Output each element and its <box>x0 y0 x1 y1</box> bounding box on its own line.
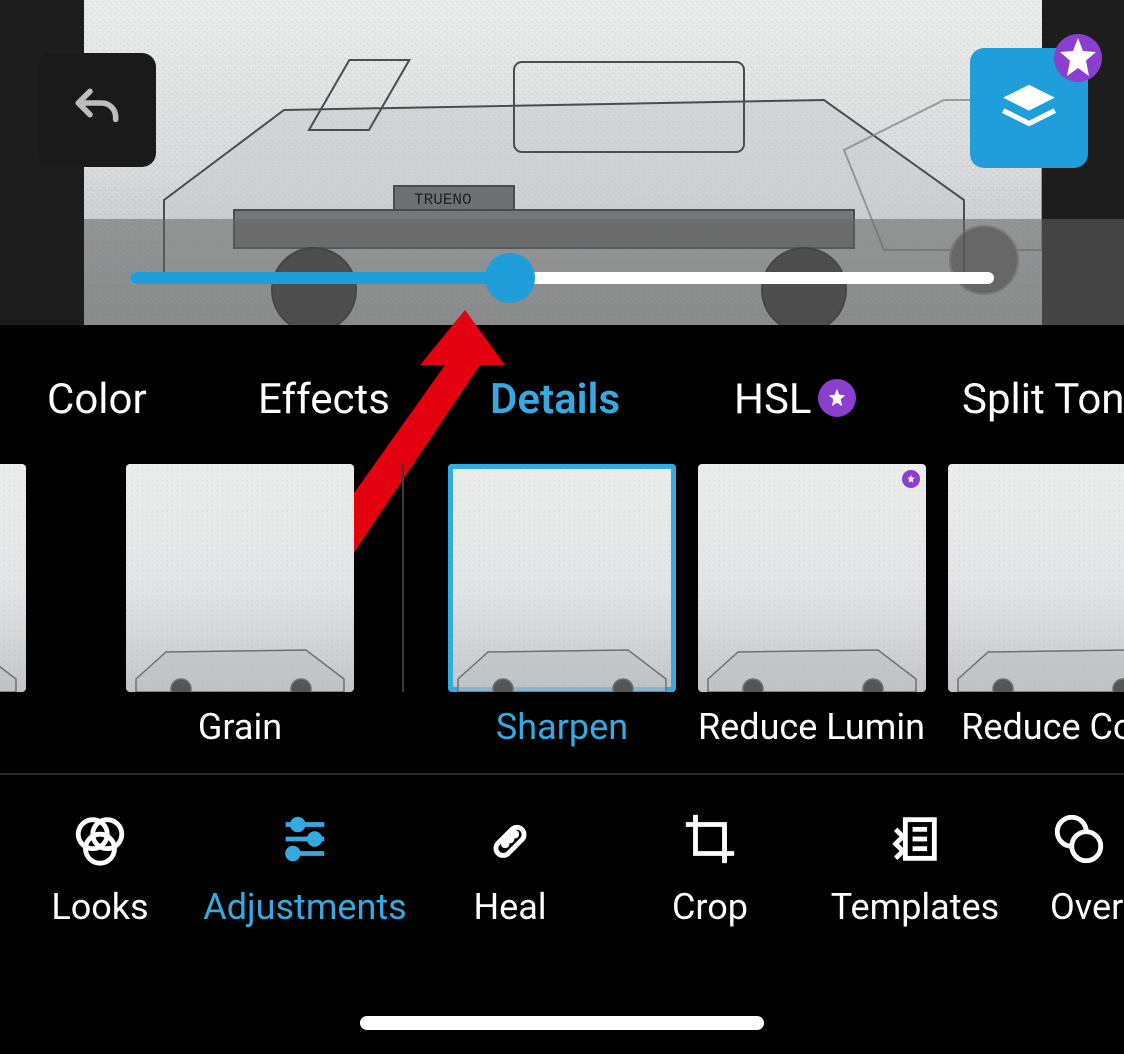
option-label: Reduce Colo <box>948 706 1124 748</box>
tab-details[interactable]: Details <box>490 375 620 424</box>
tool-label: Crop <box>672 886 748 928</box>
tab-label: Details <box>490 375 620 424</box>
option-label: Reduce Lumina <box>698 706 926 748</box>
undo-button[interactable] <box>38 53 156 167</box>
adjustments-icon <box>276 810 334 868</box>
option-grain[interactable]: Grain <box>126 464 354 748</box>
tool-label: Heal <box>473 886 546 928</box>
tool-crop[interactable]: Crop <box>610 775 810 963</box>
tab-label: HSL <box>734 375 812 424</box>
tool-templates[interactable]: Templates <box>810 775 1020 963</box>
tab-label: Effects <box>258 375 390 424</box>
options-divider <box>402 464 404 692</box>
overlays-icon <box>1050 810 1108 868</box>
undo-icon <box>69 82 125 138</box>
tool-adjustments[interactable]: Adjustments <box>200 775 410 963</box>
premium-badge-icon <box>818 379 856 417</box>
option-colno[interactable]: Reduce Colo <box>948 464 1124 748</box>
layers-icon <box>998 77 1060 139</box>
tool-label: Looks <box>51 886 148 928</box>
adjustment-tabs: Color Effects Details HSL Split Tone <box>0 358 1124 440</box>
option-label: de <box>0 706 26 748</box>
slider-thumb[interactable] <box>485 253 535 303</box>
bottom-toolbar: Looks Adjustments Heal Crop Templates Over <box>0 773 1124 961</box>
option-thumbnail <box>698 464 926 692</box>
premium-badge-icon <box>1054 34 1102 82</box>
home-indicator[interactable] <box>360 1016 764 1030</box>
looks-icon <box>71 810 129 868</box>
tool-heal[interactable]: Heal <box>410 775 610 963</box>
tool-looks[interactable]: Looks <box>0 775 200 963</box>
option-thumbnail <box>448 464 676 692</box>
tool-label: Adjustments <box>203 886 407 928</box>
option-label: Sharpen <box>448 706 676 748</box>
option-thumbnail <box>948 464 1124 692</box>
tab-split[interactable]: Split Tone <box>962 375 1124 424</box>
tool-label: Templates <box>831 886 999 928</box>
tab-effects[interactable]: Effects <box>258 375 390 424</box>
tool-label: Over <box>1050 886 1123 928</box>
tool-overlays[interactable]: Over <box>1020 775 1124 963</box>
crop-icon <box>681 810 739 868</box>
preview-badge-text: TRUENO <box>414 191 472 209</box>
option-label: Grain <box>126 706 354 748</box>
tab-hsl[interactable]: HSL <box>734 375 856 424</box>
heal-icon <box>481 810 539 868</box>
option-fade[interactable]: de <box>0 464 26 748</box>
option-sharpen[interactable]: Sharpen <box>448 464 676 748</box>
tab-label: Color <box>47 375 147 424</box>
layers-button[interactable] <box>970 48 1088 168</box>
option-thumbnail <box>0 464 26 692</box>
option-thumbnail <box>126 464 354 692</box>
tab-color[interactable]: Color <box>47 375 147 424</box>
adjustment-options: de Grain Sharpen Reduce Lumina Reduce Colo <box>0 464 1124 749</box>
premium-badge-icon <box>902 470 920 488</box>
tab-label: Split Tone <box>962 375 1124 424</box>
templates-icon <box>886 810 944 868</box>
option-lumina[interactable]: Reduce Lumina <box>698 464 926 748</box>
slider-fill <box>130 272 510 284</box>
